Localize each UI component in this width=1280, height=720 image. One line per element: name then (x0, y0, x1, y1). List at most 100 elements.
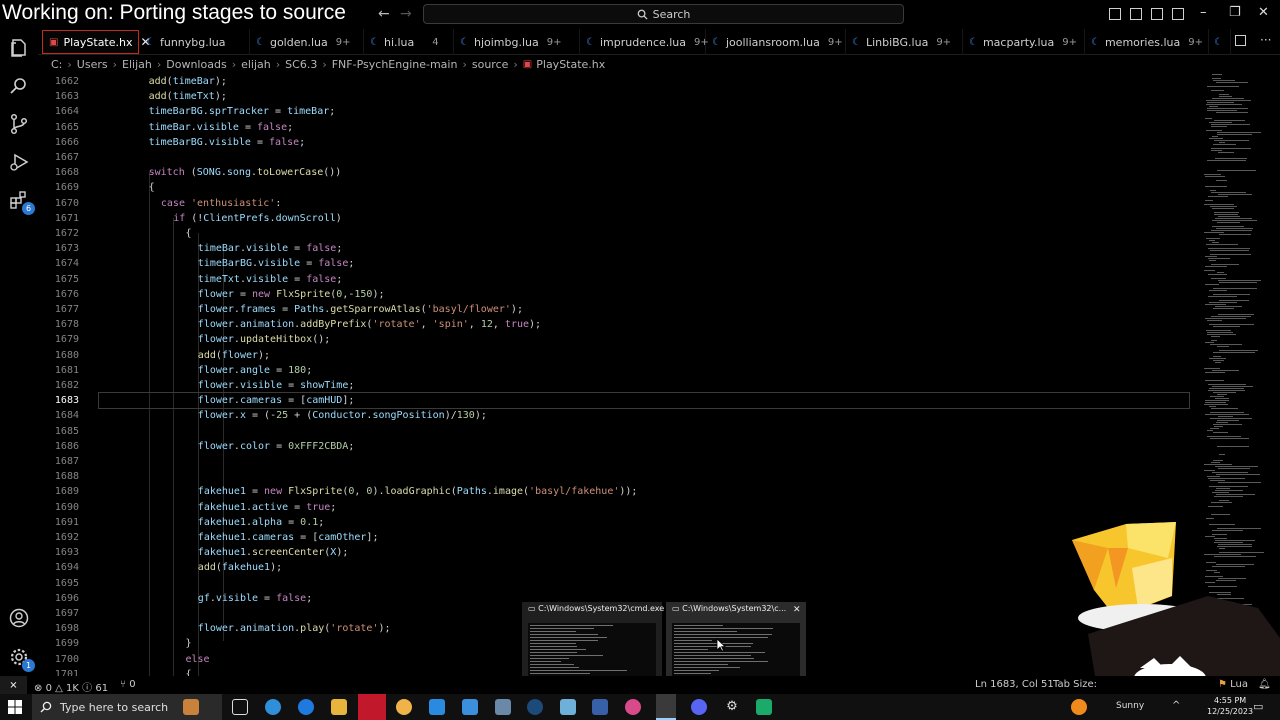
cursor-position[interactable]: Ln 1683, Col 51 (975, 679, 1054, 690)
code-line[interactable]: 1677 flower.frames = Paths.getSparrowAtla… (38, 302, 1200, 317)
code-line[interactable]: 1664 timeBarBG.sprTracker = timeBar; (38, 104, 1200, 119)
tab-memories[interactable]: ☾ memories.lua 9+ (1085, 29, 1209, 55)
tab-linbibg[interactable]: ☾ LinbiBG.lua 9+ (846, 29, 963, 55)
code-line[interactable]: 1671 if (!ClientPrefs.downScroll) (38, 211, 1200, 226)
code-line[interactable]: 1682 flower.visible = showTime; (38, 378, 1200, 393)
problems-indicator[interactable]: ⊗ 0 △ 1K ⓘ 61 (34, 679, 108, 694)
code-line[interactable]: 1662 add(timeBar); (38, 74, 1200, 89)
toggle-secondary-sidebar-icon[interactable] (1151, 8, 1163, 20)
task-view-icon[interactable] (232, 699, 248, 715)
source-control-icon[interactable] (8, 113, 30, 135)
breadcrumb-elijah-folder[interactable]: elijah (241, 58, 271, 71)
code-line[interactable]: 1678 flower.animation.addByPrefix('rotate… (38, 317, 1200, 332)
toggle-panel-icon[interactable] (1130, 8, 1142, 20)
back-arrow-icon[interactable]: ← (378, 6, 390, 22)
steam-icon[interactable] (527, 699, 543, 715)
code-line[interactable]: 1675 timeTxt.visible = false; (38, 272, 1200, 287)
tab-macparty[interactable]: ☾ macparty.lua 9+ (963, 29, 1085, 55)
settings-gear-icon[interactable]: ⚙ (724, 699, 740, 715)
breadcrumb-sc63[interactable]: SC6.3 (285, 58, 317, 71)
tab-hi[interactable]: ☾ hi.lua 4 (364, 29, 454, 55)
breadcrumb-file[interactable]: PlayState.hx (536, 58, 605, 71)
code-line[interactable]: 1681 flower.angle = 180; (38, 363, 1200, 378)
code-line[interactable]: 1667 (38, 150, 1200, 165)
spotify-icon[interactable] (756, 699, 772, 715)
customize-layout-icon[interactable] (1172, 8, 1184, 20)
command-center-search[interactable]: Search (423, 4, 904, 24)
weather-label[interactable]: Sunny (1116, 701, 1144, 711)
tab-imprudence[interactable]: ☾ imprudence.lua 9+ (580, 29, 709, 55)
code-line[interactable]: 1666 timeBarBG.visible = false; (38, 135, 1200, 150)
code-line-current[interactable]: 1683 flower.cameras = [camHUD]; (55, 392, 1190, 410)
code-line[interactable]: 1676 flower = new FlxSprite(0,-150); (38, 287, 1200, 302)
explorer-icon[interactable] (8, 37, 30, 59)
code-line[interactable]: 1673 timeBar.visible = false; (38, 241, 1200, 256)
windows-start-icon[interactable] (8, 700, 22, 714)
red-app-icon[interactable] (358, 694, 386, 720)
tab-size[interactable]: Tab Size: (1053, 679, 1097, 690)
app-icon[interactable] (560, 699, 576, 715)
close-window-icon[interactable]: ✕ (1258, 5, 1269, 20)
forward-arrow-icon[interactable]: → (400, 6, 412, 22)
tab-playstate[interactable]: ▣ PlayState.hx ✕ (42, 30, 151, 54)
code-line[interactable]: 1669 { (38, 180, 1200, 195)
notifications-bell-icon[interactable]: 🔔︎ (1258, 679, 1271, 690)
breadcrumb-users[interactable]: Users (77, 58, 108, 71)
notification-center-icon[interactable]: ▭ (1253, 700, 1263, 713)
tab-joolliansroom[interactable]: ☾ joolliansroom.lua 9+ (706, 29, 846, 55)
tab-hjoimbg[interactable]: ☾ hjoimbg.lua 9+ (454, 29, 580, 55)
file-explorer-icon[interactable] (331, 699, 347, 715)
document-app-icon[interactable] (592, 699, 608, 715)
account-icon[interactable] (8, 607, 30, 629)
more-actions-icon[interactable]: ··· (1260, 33, 1271, 47)
code-line[interactable]: 1684 flower.x = (-25 + (Conductor.songPos… (38, 408, 1200, 423)
code-line[interactable]: 1693 fakehue1.screenCenter(X); (38, 545, 1200, 560)
code-line[interactable]: 1687 (38, 454, 1200, 469)
edge-icon[interactable] (298, 699, 314, 715)
chrome-icon[interactable] (396, 699, 412, 715)
search-highlight-icon[interactable] (183, 699, 199, 715)
tab-funnybg[interactable]: ☾ funnybg.lua (140, 29, 250, 55)
search-icon[interactable] (8, 75, 30, 97)
remote-indicator-icon[interactable]: ⨯ (0, 676, 27, 694)
paint-app-icon[interactable] (625, 699, 641, 715)
code-editor[interactable]: 1662 add(timeBar); 1663 add(timeTxt); 1664 ti… (38, 74, 1200, 676)
code-line[interactable]: 1691 fakehue1.alpha = 0.1; (38, 515, 1200, 530)
code-line[interactable]: 1685 (38, 424, 1200, 439)
weather-sun-icon[interactable] (1071, 699, 1087, 715)
browser-icon[interactable] (265, 699, 281, 715)
code-line[interactable]: 1668 switch (SONG.song.toLowerCase()) (38, 165, 1200, 180)
code-line[interactable]: 1674 timeBarBG.visible = false; (38, 256, 1200, 271)
split-editor-icon[interactable] (1235, 35, 1246, 46)
run-debug-icon[interactable] (8, 151, 30, 173)
vscode-icon[interactable] (429, 699, 445, 715)
breadcrumb-psychengine[interactable]: FNF-PsychEngine-main (332, 58, 458, 71)
code-line[interactable]: 1665 timeBar.visible = false; (38, 120, 1200, 135)
code-line[interactable]: 1686 flower.color = 0xFFF2CBDA; (38, 439, 1200, 454)
breadcrumb-elijah[interactable]: Elijah (122, 58, 152, 71)
tab-overflow[interactable]: ☾ (1209, 29, 1231, 55)
code-line[interactable]: 1688 (38, 469, 1200, 484)
code-line[interactable]: 1679 flower.updateHitbox(); (38, 332, 1200, 347)
mail-icon[interactable] (462, 699, 478, 715)
code-line[interactable]: 1695 (38, 576, 1200, 591)
ports-indicator[interactable]: ⑂ 0 (120, 679, 136, 690)
tab-golden[interactable]: ☾ golden.lua 9+ (250, 29, 364, 55)
code-line[interactable]: 1672 { (38, 226, 1200, 241)
restore-icon[interactable]: ❐ (1229, 5, 1241, 20)
close-preview-icon[interactable]: ✕ (793, 605, 801, 615)
breadcrumb-downloads[interactable]: Downloads (166, 58, 226, 71)
tray-clock[interactable]: 4:55 PM 12/25/2023 (1207, 695, 1253, 717)
toggle-sidebar-icon[interactable] (1109, 8, 1121, 20)
code-line[interactable]: 1694 add(fakehue1); (38, 560, 1200, 575)
cmd-taskbar-icon[interactable] (656, 694, 676, 720)
app-icon[interactable] (495, 699, 511, 715)
breadcrumb-drive[interactable]: C: (51, 58, 62, 71)
breadcrumb-source[interactable]: source (472, 58, 509, 71)
minimize-icon[interactable]: – (1200, 5, 1207, 20)
language-mode[interactable]: ⚑ Lua (1218, 679, 1248, 690)
discord-icon[interactable] (691, 699, 707, 715)
code-line[interactable]: 1670 case 'enthusiastic': (38, 196, 1200, 211)
code-line[interactable]: 1689 fakehue1 = new FlxSprite(0, 0).loadG… (38, 484, 1200, 499)
code-line[interactable]: 1692 fakehue1.cameras = [camOther]; (38, 530, 1200, 545)
